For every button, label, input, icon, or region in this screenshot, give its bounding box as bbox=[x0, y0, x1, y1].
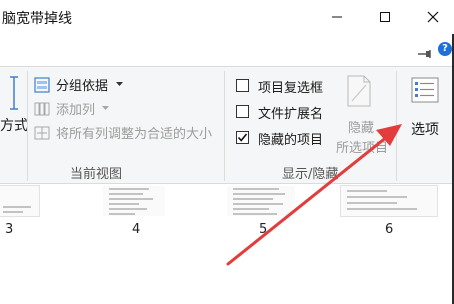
size-all-columns-button[interactable]: 将所有列调整为合适的大小 bbox=[34, 123, 224, 143]
close-icon bbox=[427, 11, 439, 23]
title-bar: 脑宽带掉线 bbox=[0, 0, 454, 34]
file-extensions-checkbox[interactable] bbox=[236, 105, 249, 118]
layout-fangshi-label[interactable]: 方式 bbox=[0, 115, 28, 135]
size-all-columns-label: 将所有列调整为合适的大小 bbox=[56, 127, 213, 142]
help-icon[interactable]: ? bbox=[438, 42, 452, 56]
window-title: 脑宽带掉线 bbox=[2, 11, 72, 27]
hide-selected-label-line1: 隐藏 bbox=[348, 121, 375, 136]
file-name-label: 5 bbox=[259, 222, 268, 237]
group-by-icon bbox=[34, 77, 50, 93]
file-extensions-label: 文件扩展名 bbox=[258, 107, 324, 122]
hide-selected-icon bbox=[347, 75, 371, 107]
file-thumbnail[interactable] bbox=[340, 185, 438, 217]
add-column-label: 添加列 bbox=[56, 103, 96, 118]
group-separator bbox=[224, 71, 225, 181]
item-checkboxes-toggle[interactable]: 项目复选框 bbox=[234, 77, 334, 96]
chevron-down-icon bbox=[102, 106, 109, 110]
size-columns-icon bbox=[34, 126, 50, 140]
group-separator bbox=[27, 71, 28, 181]
add-column-icon bbox=[34, 102, 50, 116]
chevron-down-icon bbox=[116, 82, 123, 86]
minimize-icon bbox=[332, 16, 342, 18]
group-by-label: 分组依据 bbox=[56, 79, 109, 94]
add-column-button[interactable]: 添加列 bbox=[34, 99, 124, 119]
show-hide-group-label: 显示/隐藏 bbox=[282, 167, 339, 182]
group-separator bbox=[396, 71, 397, 181]
item-checkboxes-checkbox[interactable] bbox=[236, 79, 249, 92]
options-label: 选项 bbox=[411, 122, 439, 138]
file-extensions-toggle[interactable]: 文件扩展名 bbox=[234, 103, 334, 122]
file-name-label: 3 bbox=[5, 222, 14, 237]
checkmark-icon bbox=[237, 133, 248, 142]
hide-selected-label-line2: 所选项目 bbox=[336, 141, 389, 156]
hidden-items-label: 隐藏的项目 bbox=[258, 133, 324, 148]
options-button[interactable]: 选项 bbox=[402, 73, 448, 153]
file-name-label: 6 bbox=[385, 222, 394, 237]
close-button[interactable] bbox=[410, 0, 454, 34]
file-thumbnail[interactable] bbox=[0, 185, 40, 217]
hidden-items-checkbox[interactable] bbox=[236, 131, 249, 144]
item-checkboxes-label: 项目复选框 bbox=[258, 81, 324, 96]
file-view: 3 4 5 6 bbox=[0, 185, 454, 304]
current-view-group-label: 当前视图 bbox=[70, 167, 123, 182]
ribbon-tab-strip: ? bbox=[0, 34, 454, 66]
file-name-label: 4 bbox=[132, 222, 141, 237]
hide-selected-items-button[interactable]: 隐藏 所选项目 bbox=[334, 73, 394, 156]
file-thumbnail[interactable] bbox=[102, 185, 166, 217]
maximize-icon bbox=[380, 12, 390, 22]
layout-icon bbox=[10, 76, 18, 110]
maximize-button[interactable] bbox=[362, 0, 408, 34]
group-by-button[interactable]: 分组依据 bbox=[34, 75, 134, 95]
file-thumbnail[interactable] bbox=[226, 185, 296, 217]
explorer-window: 脑宽带掉线 ? 方式 分组依据 添加列 将所有列调整为合适的大小 当前视图 项目… bbox=[0, 0, 454, 304]
ribbon-view: 方式 分组依据 添加列 将所有列调整为合适的大小 当前视图 项目复选框 文件扩展… bbox=[0, 66, 454, 184]
minimize-button[interactable] bbox=[314, 0, 360, 34]
pin-icon[interactable] bbox=[418, 44, 432, 63]
hidden-items-toggle[interactable]: 隐藏的项目 bbox=[234, 129, 334, 148]
options-icon bbox=[411, 77, 439, 103]
